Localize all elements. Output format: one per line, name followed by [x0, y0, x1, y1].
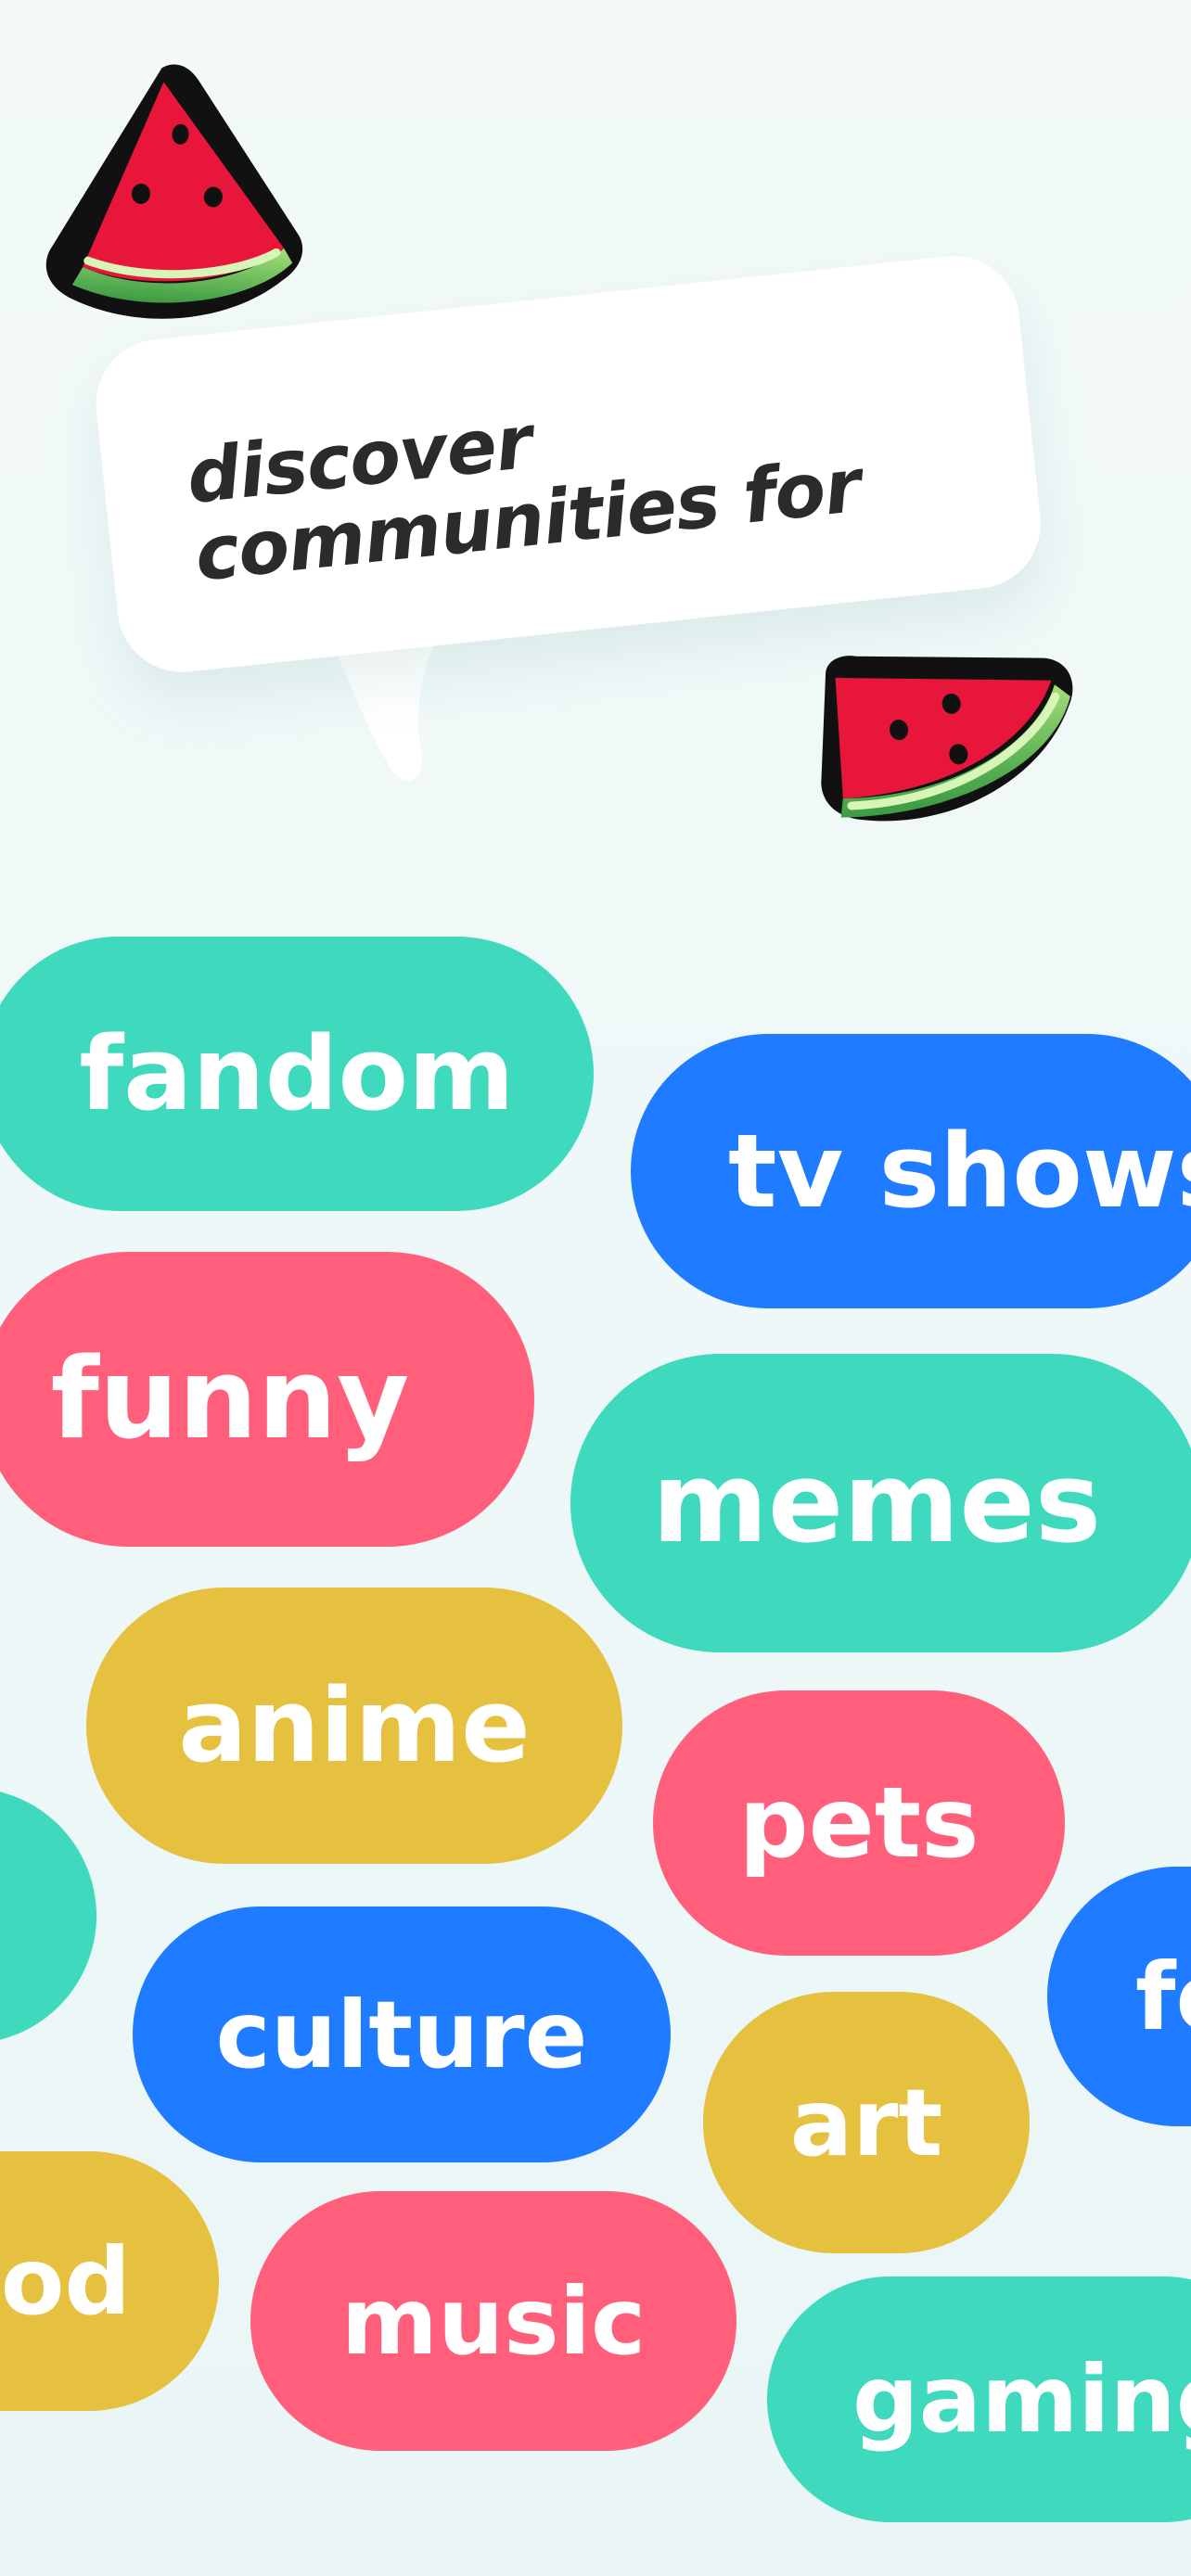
category-pill-art[interactable]: art — [703, 1992, 1030, 2253]
category-pill-tv-shows[interactable]: tv shows — [631, 1034, 1191, 1308]
category-pill-gaming[interactable]: gaming — [767, 2276, 1191, 2522]
category-pill-music[interactable]: music — [250, 2191, 736, 2451]
watermelon-slice-icon — [821, 656, 1073, 822]
category-pill-funny[interactable]: funny — [0, 1252, 534, 1547]
category-pill-memes[interactable]: memes — [570, 1354, 1191, 1652]
category-pill-anime[interactable]: anime — [86, 1588, 622, 1864]
category-pill-food-partial-left[interactable]: od — [0, 2151, 219, 2411]
category-pill-pets[interactable]: pets — [653, 1690, 1065, 1956]
category-pill-culture[interactable]: culture — [133, 1906, 671, 2162]
category-pill-fandom[interactable]: fandom — [0, 937, 594, 1211]
category-pill-food-partial[interactable]: fo — [1047, 1867, 1191, 2126]
category-pill-partial-left[interactable] — [0, 1788, 96, 2044]
onboarding-screen: discover communities for fandom tv shows… — [0, 0, 1191, 2576]
